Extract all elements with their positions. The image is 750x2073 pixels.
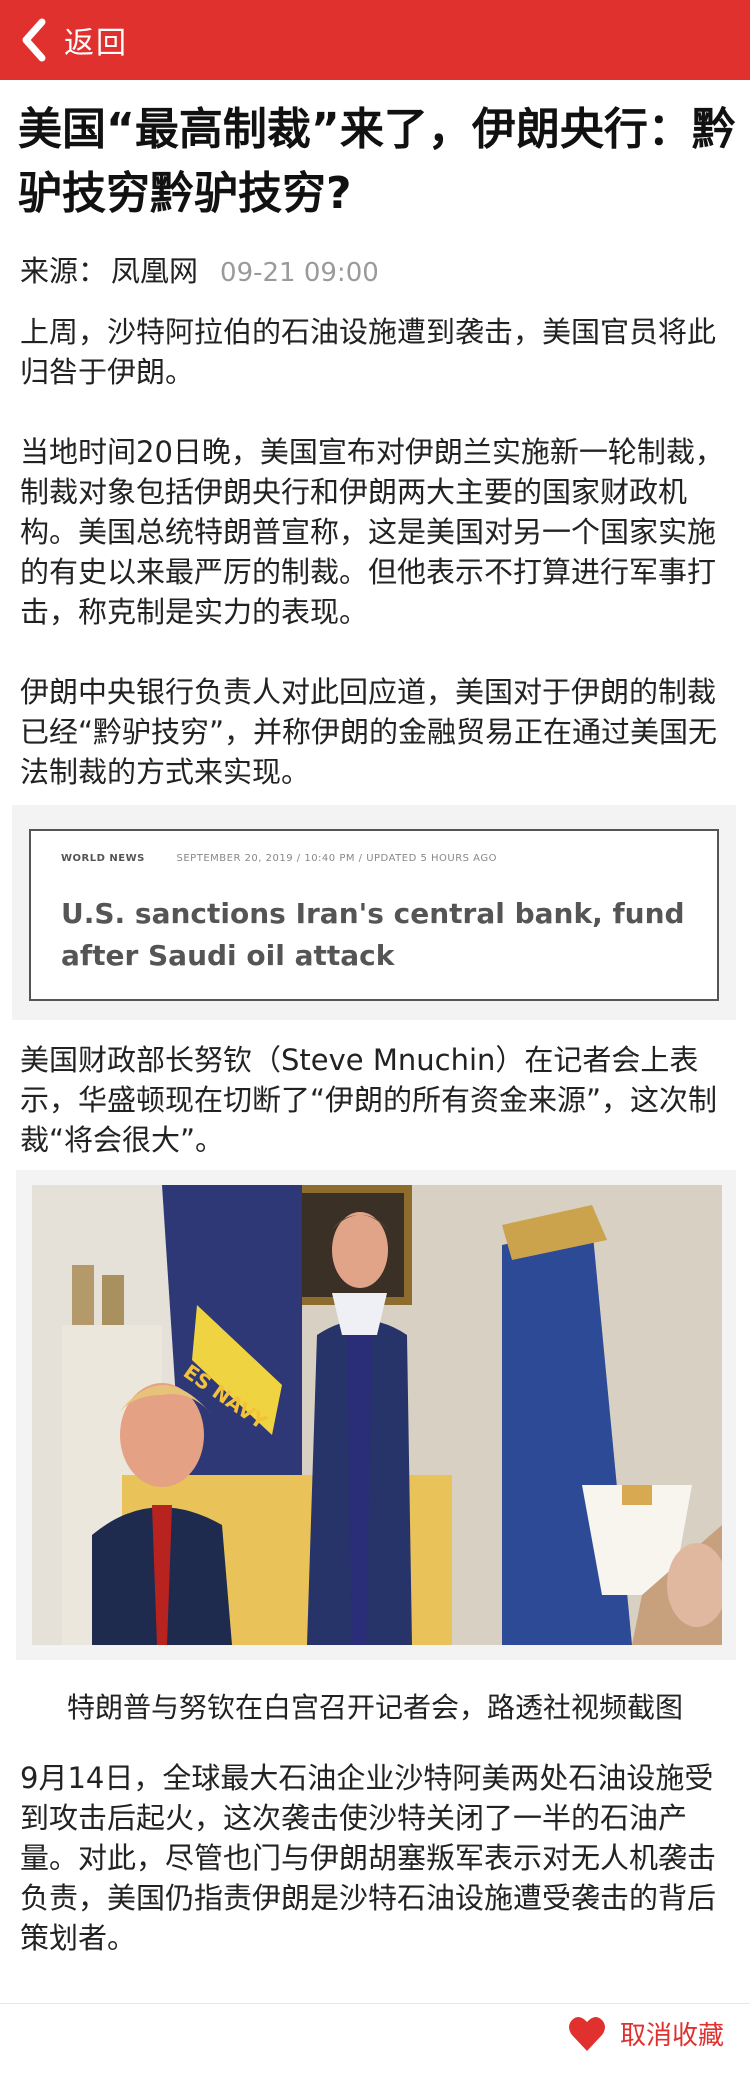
publish-time: 09-21 09:00 [220, 258, 379, 288]
top-nav-bar: 返回 [0, 0, 750, 80]
source-label: 来源： [20, 254, 108, 288]
article-photo[interactable]: ES NAVY [16, 1170, 736, 1660]
footer-divider [0, 2003, 750, 2004]
article-paragraph: 当地时间20日晚，美国宣布对伊朗兰实施新一轮制裁，制裁对象包括伊朗央行和伊朗两大… [20, 435, 724, 629]
unfavorite-button[interactable]: 取消收藏 [568, 2013, 724, 2053]
press-conference-photo: ES NAVY [32, 1185, 722, 1645]
article-paragraph: 伊朗中央银行负责人对此回应道，美国对于伊朗的制裁已经“黔驴技穷”，并称伊朗的金融… [20, 675, 718, 789]
news-card-headline: U.S. sanctions Iran's central bank, fund… [61, 897, 685, 972]
article-title: 美国“最高制裁”来了，伊朗央行：黔驴技穷黔驴技穷? [18, 104, 736, 219]
unfavorite-label: 取消收藏 [619, 2020, 724, 2051]
photo-caption: 特朗普与努钦在白宫召开记者会，路透社视频截图 [66, 1691, 683, 1724]
news-screenshot-image[interactable]: WORLD NEWS SEPTEMBER 20, 2019 / 10:40 PM… [12, 805, 736, 1020]
news-card-tag: WORLD NEWS [61, 853, 145, 864]
news-card-meta: WORLD NEWS SEPTEMBER 20, 2019 / 10:40 PM… [61, 853, 497, 864]
article-paragraph: 美国财政部长努钦（Steve Mnuchin）在记者会上表示，华盛顿现在切断了“… [20, 1043, 718, 1157]
article-paragraph: 9月14日，全球最大石油企业沙特阿美两处石油设施受到攻击后起火，这次袭击使沙特关… [20, 1761, 717, 1955]
chevron-left-icon[interactable] [18, 16, 52, 64]
source-name: 凤凰网 [111, 254, 199, 288]
back-button[interactable]: 返回 [64, 18, 128, 62]
news-card-date: SEPTEMBER 20, 2019 / 10:40 PM / UPDATED … [176, 853, 497, 864]
article-paragraph: 上周，沙特阿拉伯的石油设施遭到袭击，美国官员将此归咎于伊朗。 [20, 315, 717, 389]
heart-icon [568, 2013, 606, 2053]
news-card: WORLD NEWS SEPTEMBER 20, 2019 / 10:40 PM… [29, 829, 719, 1001]
article-meta: 来源： 凤凰网 09-21 09:00 [20, 248, 379, 290]
